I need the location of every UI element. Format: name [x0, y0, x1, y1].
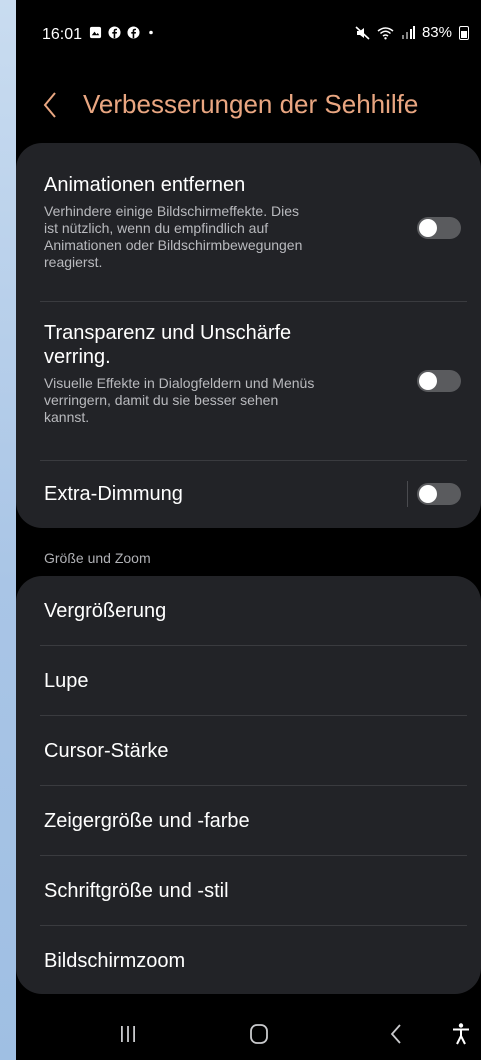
notification-icons: [89, 26, 156, 39]
recent-apps-icon: [121, 1026, 135, 1042]
setting-title: Extra-Dimmung: [44, 483, 183, 505]
divider: [40, 460, 467, 461]
list-item-label: Zeigergröße und -farbe: [44, 810, 250, 832]
mute-icon: [355, 25, 370, 40]
section-header: Größe und Zoom: [44, 550, 151, 566]
description-line: Animationen oder Bildschirmbewegungen: [44, 237, 303, 253]
toggle-knob: [419, 219, 437, 237]
description-line: Verhindere einige Bildschirmeffekte. Die…: [44, 203, 299, 219]
chevron-left-icon: [43, 92, 56, 118]
system-icons: 83%: [355, 24, 469, 41]
recent-apps-button[interactable]: [108, 1020, 148, 1048]
list-item-font-size-style[interactable]: Schriftgröße und -stil: [16, 856, 481, 926]
description-line: verringern, damit du sie besser sehen: [44, 392, 279, 408]
home-button[interactable]: [239, 1020, 279, 1048]
toggle-knob: [419, 372, 437, 390]
wifi-icon: [377, 26, 394, 39]
list-item-magnifier[interactable]: Lupe: [16, 646, 481, 716]
list-item-label: Lupe: [44, 670, 89, 692]
facebook-icon: [127, 26, 140, 39]
battery-percent: 83%: [421, 24, 452, 41]
divider: [40, 301, 467, 302]
phone-screen: 16:01 83% Verbesserungen der Sehhilfe An…: [16, 0, 481, 1060]
signal-icon: [401, 25, 415, 39]
title-line: verring.: [44, 346, 111, 368]
gallery-icon: [89, 26, 102, 39]
settings-card-size-zoom: Vergrößerung Lupe Cursor-Stärke Zeigergr…: [16, 576, 481, 994]
navigation-bar: [16, 1000, 481, 1060]
list-item-screen-zoom[interactable]: Bildschirmzoom: [16, 926, 481, 996]
back-icon: [390, 1024, 401, 1044]
list-item-label: Bildschirmzoom: [44, 950, 186, 972]
home-icon: [250, 1024, 268, 1044]
accessibility-icon: [453, 1023, 469, 1045]
list-item-label: Cursor-Stärke: [44, 740, 169, 762]
status-bar: 16:01 83%: [16, 0, 481, 60]
facebook-icon: [108, 26, 121, 39]
description-line: ist nützlich, wenn du empfindlich auf: [44, 220, 269, 236]
extra-dim-toggle[interactable]: [417, 483, 461, 505]
toggle-knob: [419, 485, 437, 503]
reduce-transparency-toggle[interactable]: [417, 370, 461, 392]
setting-description: Visuelle Effekte in Dialogfeldern und Me…: [44, 375, 384, 426]
setting-description: Verhindere einige Bildschirmeffekte. Die…: [44, 203, 384, 271]
description-line: reagierst.: [44, 254, 103, 270]
description-line: Visuelle Effekte in Dialogfeldern und Me…: [44, 375, 315, 391]
battery-icon: [459, 25, 469, 40]
back-button[interactable]: [42, 88, 72, 122]
title-line: Transparenz und Unschärfe: [44, 322, 292, 344]
list-item-label: Vergrößerung: [44, 600, 167, 622]
list-item-pointer-size-color[interactable]: Zeigergröße und -farbe: [16, 786, 481, 856]
setting-title: Animationen entfernen: [44, 174, 246, 196]
description-line: kannst.: [44, 409, 90, 425]
page-title: Verbesserungen der Sehhilfe: [83, 89, 419, 119]
app-header: Verbesserungen der Sehhilfe: [16, 80, 481, 130]
setting-title: Transparenz und Unschärfe verring.: [44, 321, 291, 369]
accessibility-button[interactable]: [446, 1020, 481, 1048]
list-item-label: Schriftgröße und -stil: [44, 880, 229, 902]
status-time: 16:01: [42, 26, 83, 43]
vertical-separator: [407, 481, 408, 507]
settings-card-visual-effects: Animationen entfernen Verhindere einige …: [16, 143, 481, 528]
remove-animations-toggle[interactable]: [417, 217, 461, 239]
dot-icon: [149, 30, 153, 35]
list-item-cursor-thickness[interactable]: Cursor-Stärke: [16, 716, 481, 786]
list-item-magnification[interactable]: Vergrößerung: [16, 576, 481, 646]
nav-back-button[interactable]: [376, 1020, 416, 1048]
